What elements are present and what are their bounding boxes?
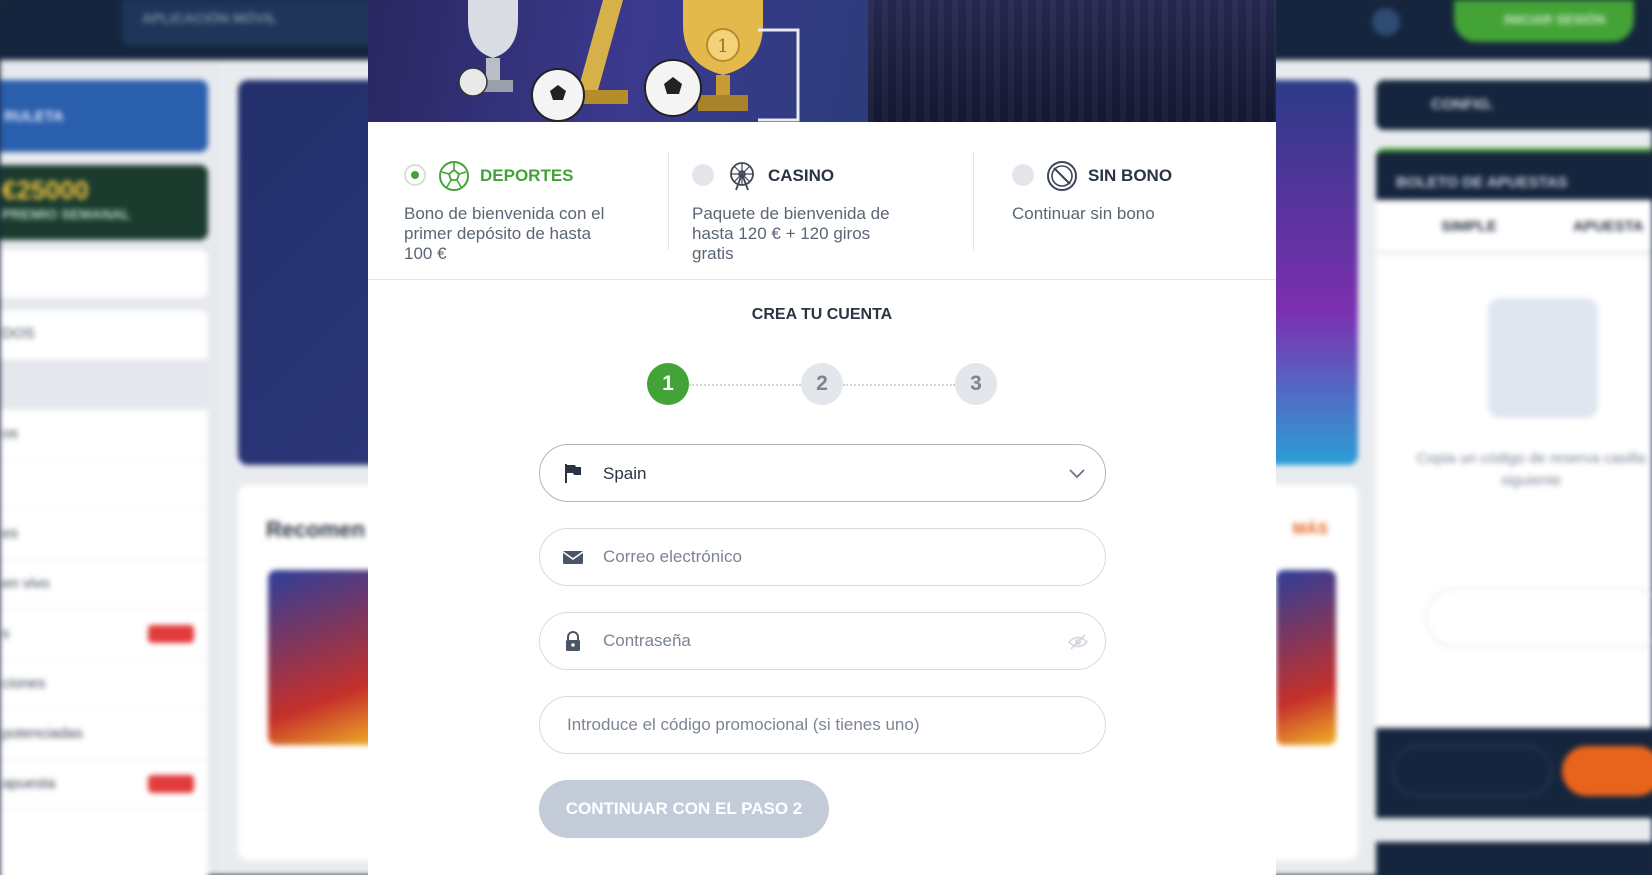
step-3: 3 bbox=[955, 363, 997, 405]
sidebar-item[interactable]: s bbox=[0, 610, 208, 660]
bonus-description: Paquete de bienvenida de hasta 120 € + 1… bbox=[692, 204, 890, 263]
email-field[interactable] bbox=[539, 528, 1106, 586]
tab-bet[interactable]: APUESTA bbox=[1573, 218, 1644, 235]
stadium-background bbox=[868, 0, 1276, 122]
new-badge bbox=[148, 775, 194, 793]
divider bbox=[668, 152, 669, 250]
form-title: CREA TU CUENTA bbox=[751, 306, 893, 323]
sidebar-item[interactable]: apuesta bbox=[0, 760, 208, 810]
step-connector bbox=[689, 384, 801, 386]
betslip-header: BOLETO DE APUESTAS bbox=[1376, 148, 1652, 200]
bonus-name: CASINO bbox=[768, 166, 835, 185]
bonus-name: DEPORTES bbox=[480, 166, 574, 185]
bonus-name: SIN BONO bbox=[1088, 166, 1173, 185]
weekly-prize-amount: €25000 bbox=[2, 175, 89, 205]
betslip-panel: BOLETO DE APUESTAS SIMPLE APUESTA Copia … bbox=[1376, 148, 1652, 728]
sidebar-search[interactable] bbox=[0, 250, 208, 298]
right-column: CONFIG. BOLETO DE APUESTAS SIMPLE APUEST… bbox=[1376, 80, 1652, 875]
weekly-prize-promo[interactable]: €25000 PREMIO SEMANAL bbox=[0, 165, 208, 240]
sidebar-item[interactable] bbox=[0, 360, 208, 410]
trophies-illustration: 1 bbox=[458, 0, 800, 122]
stake-input[interactable] bbox=[1392, 746, 1552, 796]
registration-modal: 1 DEPORTES Bono de bienvenida con el pri… bbox=[368, 0, 1276, 875]
email-input[interactable] bbox=[603, 541, 1043, 573]
tab-simple[interactable]: SIMPLE bbox=[1441, 218, 1497, 235]
sidebar-item[interactable]: os bbox=[0, 410, 208, 460]
ferris-wheel-icon bbox=[730, 162, 754, 191]
sidebar-item[interactable]: potenciadas bbox=[0, 710, 208, 760]
config-button[interactable]: CONFIG. bbox=[1376, 80, 1652, 130]
game-tile[interactable] bbox=[268, 570, 383, 745]
sidebar: RULETA €25000 PREMIO SEMANAL DOS os es e… bbox=[0, 60, 220, 875]
betslip-footer bbox=[1376, 728, 1652, 818]
betslip-tabs: SIMPLE APUESTA bbox=[1376, 200, 1652, 254]
step-1: 1 bbox=[647, 363, 689, 405]
betslip-help-text: Copia un código de reserva casilla sigui… bbox=[1416, 450, 1646, 489]
sidebar-item[interactable] bbox=[0, 460, 208, 510]
flag-icon bbox=[565, 464, 581, 483]
more-link[interactable]: MÁS bbox=[1292, 521, 1328, 539]
lock-icon bbox=[566, 631, 580, 651]
password-field[interactable] bbox=[539, 612, 1106, 670]
promo-code-input[interactable] bbox=[567, 709, 1087, 741]
envelope-icon bbox=[562, 551, 584, 564]
eye-slash-icon[interactable] bbox=[1067, 632, 1089, 652]
bonus-options: DEPORTES Bono de bienvenida con el prime… bbox=[368, 122, 1276, 280]
step-indicator: 1 2 3 bbox=[647, 363, 997, 407]
sidebar-list: DOS os es en vivo s ciones potenciadas a… bbox=[0, 310, 208, 875]
ticket-illustration bbox=[1488, 298, 1598, 418]
country-value: Spain bbox=[603, 464, 647, 483]
step-2: 2 bbox=[801, 363, 843, 405]
trophies-banner: 1 bbox=[368, 0, 1276, 122]
chevron-down-icon bbox=[1069, 469, 1085, 479]
bonus-description: Bono de bienvenida con el primer depósit… bbox=[404, 204, 605, 263]
svg-text:1: 1 bbox=[717, 36, 728, 57]
soccer-ball-icon bbox=[439, 161, 469, 191]
bonus-radio[interactable] bbox=[692, 164, 714, 186]
divider bbox=[973, 152, 974, 250]
continue-step-2-button[interactable]: CONTINUAR CON EL PASO 2 bbox=[539, 780, 829, 838]
sidebar-item[interactable]: ciones bbox=[0, 660, 208, 710]
language-selector[interactable] bbox=[1372, 8, 1400, 36]
bonus-radio[interactable] bbox=[1012, 164, 1034, 186]
game-tile[interactable] bbox=[1276, 570, 1336, 745]
weekly-prize-label: PREMIO SEMANAL bbox=[2, 206, 131, 222]
login-button[interactable]: INICIAR SESIÓN bbox=[1454, 0, 1634, 42]
sidebar-section-header[interactable]: DOS bbox=[0, 310, 208, 360]
sidebar-item[interactable]: es bbox=[0, 510, 208, 560]
password-input[interactable] bbox=[603, 625, 1043, 657]
betslip-login-button[interactable] bbox=[1562, 746, 1652, 796]
mobile-app-button[interactable]: APLICACIÓN MÓVIL bbox=[122, 0, 392, 45]
bonus-description: Continuar sin bono bbox=[1012, 204, 1155, 223]
booking-code-input[interactable] bbox=[1426, 588, 1652, 648]
bonus-radio[interactable] bbox=[404, 164, 426, 186]
promo-code-field[interactable] bbox=[539, 696, 1106, 754]
casino-tabs bbox=[1376, 842, 1652, 875]
recommended-title: Recomen bbox=[266, 517, 366, 542]
new-badge bbox=[148, 625, 194, 643]
roulette-promo[interactable]: RULETA bbox=[0, 80, 208, 152]
sidebar-item[interactable]: en vivo bbox=[0, 560, 208, 610]
country-select[interactable]: Spain bbox=[539, 444, 1106, 502]
step-connector bbox=[843, 384, 955, 386]
no-bonus-icon bbox=[1047, 161, 1077, 191]
